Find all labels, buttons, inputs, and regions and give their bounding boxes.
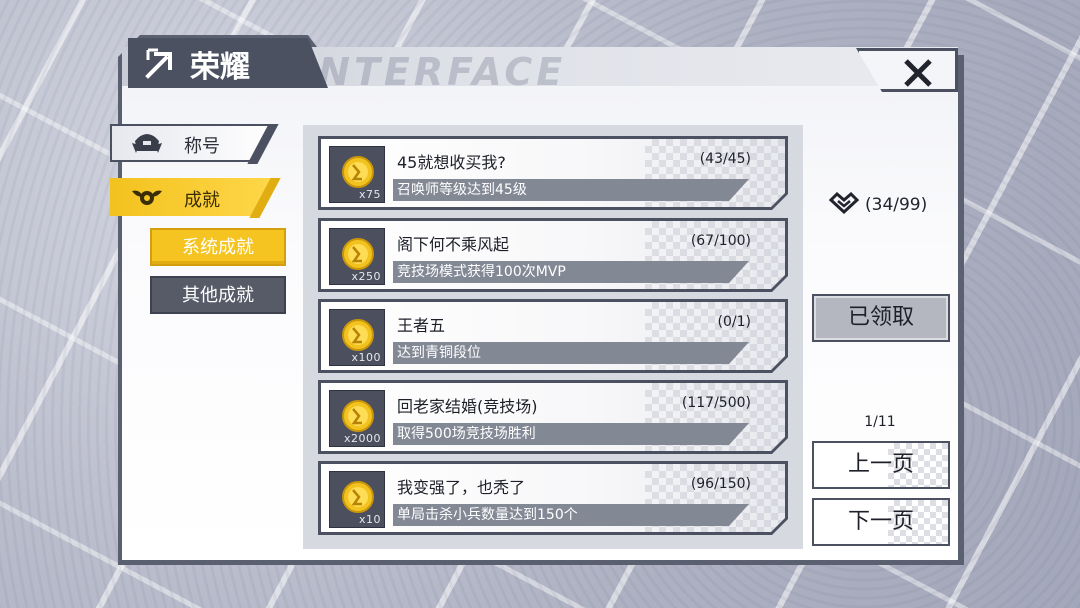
menu-label-title: 称号 <box>184 136 220 157</box>
close-x-icon <box>904 59 932 87</box>
menu-label-achievements: 成就 <box>184 190 220 211</box>
next-page-button[interactable]: 下一页 <box>812 498 950 546</box>
honor-count-value: (34/99) <box>865 195 928 215</box>
arrow-logo-icon <box>145 48 172 79</box>
menu-item-title[interactable]: 称号 <box>110 124 279 164</box>
reward-count: x2000 <box>343 432 381 445</box>
achievement-title: 我变强了，也秃了 <box>397 478 526 497</box>
gold-coin-icon <box>342 481 374 513</box>
achievement-progress: (117/500) <box>681 395 751 411</box>
gold-coin-icon <box>342 156 374 188</box>
reward-box: x250 <box>329 228 385 285</box>
reward-count: x10 <box>358 513 381 526</box>
achievement-description: 单局击杀小兵数量达到150个 <box>393 504 749 526</box>
prev-page-button[interactable]: 上一页 <box>812 441 950 489</box>
gold-coin-icon <box>342 238 374 270</box>
reward-box: x100 <box>329 309 385 366</box>
achievement-row[interactable]: x75 45就想收买我? (43/45) 召唤师等级达到45级 <box>318 136 788 210</box>
page-title: 荣耀 <box>190 50 250 85</box>
achievement-title: 阁下何不乘风起 <box>397 235 510 254</box>
honor-heart-icon <box>828 191 860 215</box>
achievement-description: 取得500场竞技场胜利 <box>393 423 749 445</box>
gold-coin-icon <box>342 319 374 351</box>
achievement-row[interactable]: x250 阁下何不乘风起 (67/100) 竞技场模式获得100次MVP <box>318 218 788 292</box>
prev-page-label: 上一页 <box>847 452 914 477</box>
claimed-button[interactable]: 已领取 <box>812 294 950 342</box>
achievement-progress: (96/150) <box>690 476 751 492</box>
menu-item-achievements[interactable]: 成就 <box>110 178 281 218</box>
reward-box: x10 <box>329 471 385 528</box>
achievement-description: 竞技场模式获得100次MVP <box>393 261 749 283</box>
achievement-title: 45就想收买我? <box>397 153 506 172</box>
achievement-description: 召唤师等级达到45级 <box>393 179 749 201</box>
reward-box: x75 <box>329 146 385 203</box>
next-page-label: 下一页 <box>847 509 914 534</box>
honor-count: (34/99) <box>828 191 928 215</box>
reward-count: x100 <box>351 351 381 364</box>
winged-emblem-icon <box>132 190 162 205</box>
achievement-progress: (67/100) <box>690 233 751 249</box>
page-indicator: 1/11 <box>864 414 896 430</box>
achievement-title: 回老家结婚(竞技场) <box>397 397 538 416</box>
reward-count: x75 <box>358 188 381 201</box>
achievement-row[interactable]: x2000 回老家结婚(竞技场) (117/500) 取得500场竞技场胜利 <box>318 380 788 454</box>
gold-coin-icon <box>342 400 374 432</box>
samurai-helmet-icon <box>132 134 162 153</box>
achievement-row[interactable]: x100 王者五 (0/1) 达到青铜段位 <box>318 299 788 373</box>
achievement-row[interactable]: x10 我变强了，也秃了 (96/150) 单局击杀小兵数量达到150个 <box>318 461 788 535</box>
achievement-progress: (43/45) <box>699 151 751 167</box>
achievement-title: 王者五 <box>397 316 446 335</box>
achievement-progress: (0/1) <box>717 314 751 330</box>
reward-box: x2000 <box>329 390 385 447</box>
submenu-system-achievements[interactable]: 系统成就 <box>150 228 286 266</box>
reward-count: x250 <box>351 270 381 283</box>
achievement-description: 达到青铜段位 <box>393 342 749 364</box>
submenu-other-achievements[interactable]: 其他成就 <box>150 276 286 314</box>
